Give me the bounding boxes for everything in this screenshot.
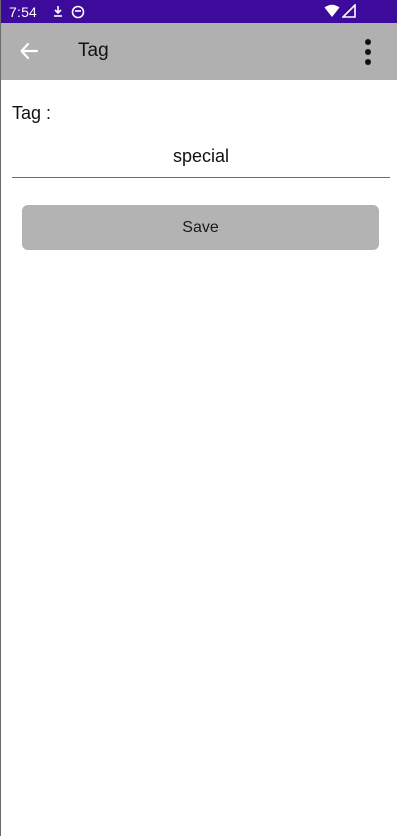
- save-button[interactable]: Save: [22, 205, 379, 250]
- more-vert-icon: [364, 38, 372, 66]
- overflow-menu-button[interactable]: [356, 37, 380, 67]
- tag-input[interactable]: [12, 136, 390, 178]
- signal-icon: [342, 4, 356, 18]
- tag-label: Tag :: [12, 103, 52, 123]
- wifi-icon: [324, 4, 340, 18]
- status-bar: 7:54: [1, 0, 397, 23]
- download-status-icon: [51, 5, 65, 19]
- notification-circle-icon: [71, 5, 85, 19]
- page-title: Tag: [78, 40, 109, 61]
- back-button[interactable]: [15, 37, 43, 65]
- arrow-left-icon: [19, 41, 39, 61]
- status-right-icons: [324, 4, 356, 18]
- status-time: 7:54: [9, 3, 38, 20]
- tag-screen: 7:54 Tag Tag: special Save: [0, 0, 397, 836]
- app-bar: Tag: [1, 23, 397, 80]
